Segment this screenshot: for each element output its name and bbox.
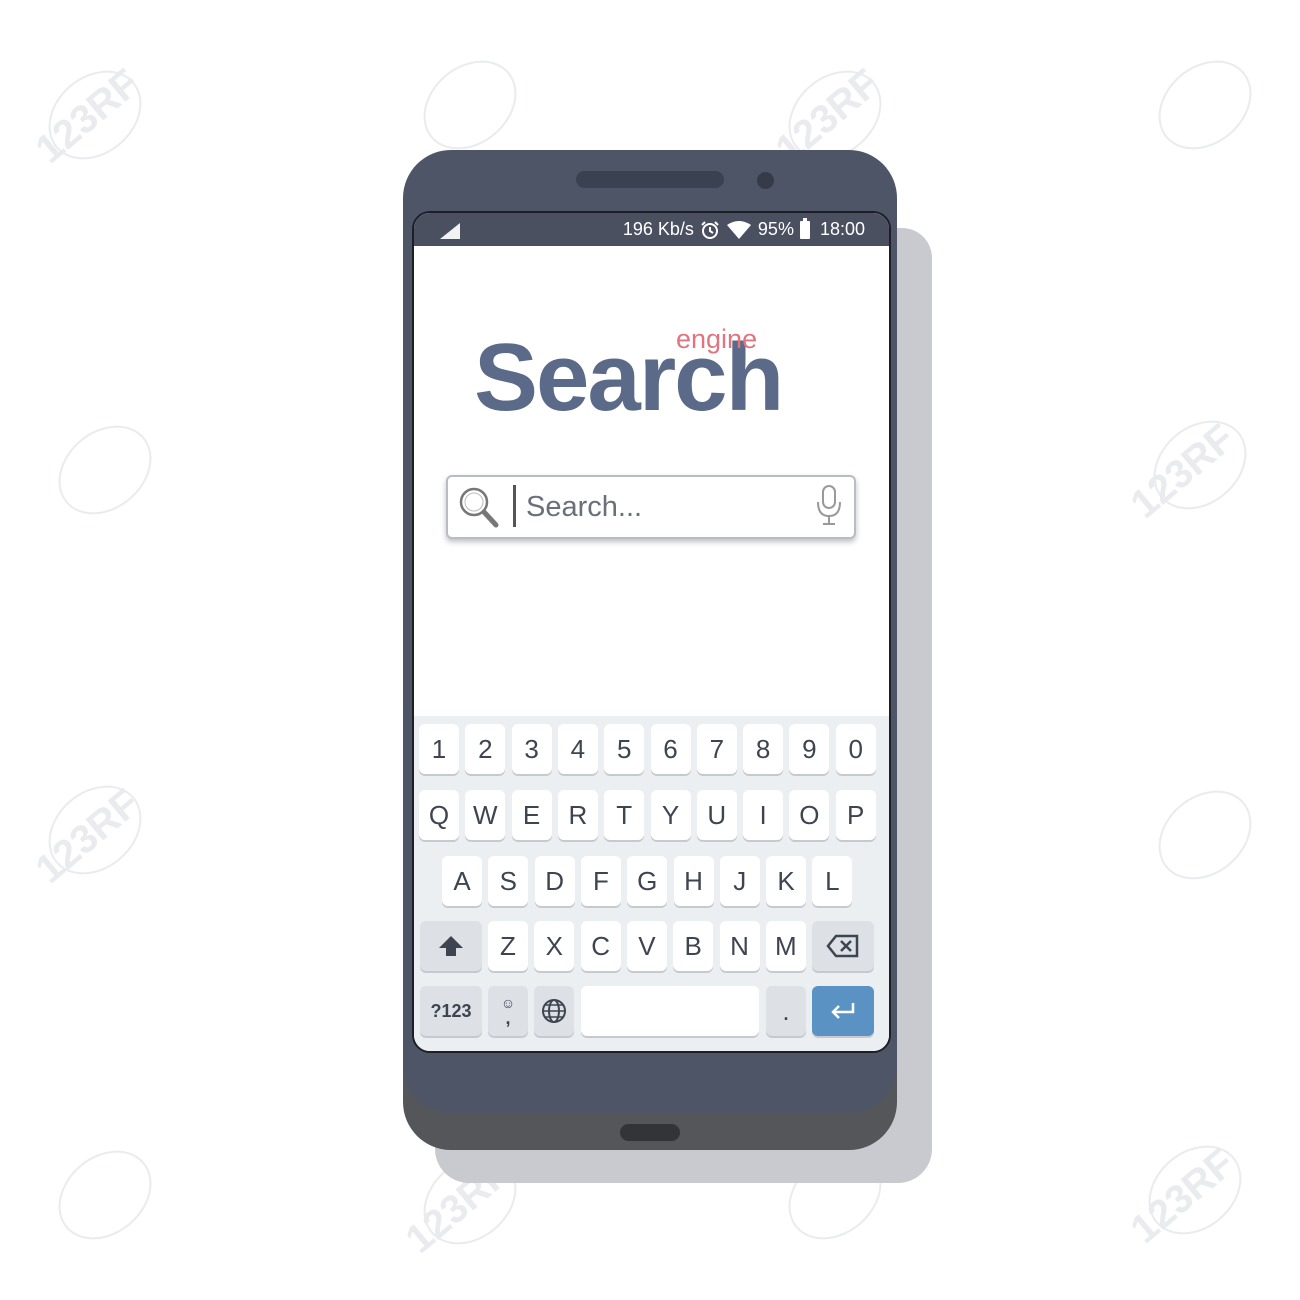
key-a[interactable]: A	[442, 856, 482, 906]
on-screen-keyboard: 1 2 3 4 5 6 7 8 9 0 Q W E R T Y U I O P A S D F G H J K L Z X C V B N M ?123…	[414, 716, 889, 1051]
key-i[interactable]: I	[743, 790, 784, 840]
backspace-key[interactable]	[812, 921, 874, 971]
enter-key[interactable]	[812, 986, 874, 1036]
key-5[interactable]: 5	[604, 724, 645, 774]
key-m[interactable]: M	[765, 921, 806, 971]
battery-percent: 95%	[757, 219, 794, 239]
watermark-text: 123RF	[28, 61, 148, 172]
logo-engine-text: engine	[676, 324, 758, 354]
alarm-icon	[701, 220, 719, 239]
key-d[interactable]: D	[534, 856, 575, 906]
search-bar[interactable]	[446, 475, 856, 539]
speaker-grille	[576, 171, 724, 188]
phone-screen: 196 Kb/s 95% 18:00 Search engine Search.…	[412, 211, 891, 1053]
globe-icon	[542, 999, 566, 1023]
key-h[interactable]: H	[673, 856, 714, 906]
text-cursor	[513, 485, 516, 527]
emoji-comma-key[interactable]: ☺,	[488, 986, 528, 1036]
key-s[interactable]: S	[488, 856, 529, 906]
key-u[interactable]: U	[696, 790, 737, 840]
key-j[interactable]: J	[719, 856, 760, 906]
watermark-text: 123RF	[1123, 416, 1243, 527]
status-bar: 196 Kb/s 95% 18:00	[414, 213, 889, 246]
microphone-icon[interactable]	[814, 484, 844, 528]
key-7[interactable]: 7	[696, 724, 737, 774]
key-k[interactable]: K	[766, 856, 807, 906]
battery-icon	[799, 217, 810, 239]
search-input[interactable]	[526, 487, 806, 527]
shift-icon	[439, 936, 463, 956]
key-b[interactable]: B	[673, 921, 714, 971]
key-9[interactable]: 9	[789, 724, 830, 774]
key-w[interactable]: W	[465, 790, 506, 840]
key-f[interactable]: F	[580, 856, 621, 906]
key-y[interactable]: Y	[650, 790, 691, 840]
clock: 18:00	[819, 219, 865, 239]
backspace-icon	[826, 934, 859, 958]
key-g[interactable]: G	[627, 856, 668, 906]
symbols-key[interactable]: ?123	[420, 986, 482, 1036]
key-o[interactable]: O	[789, 790, 830, 840]
key-e[interactable]: E	[511, 790, 552, 840]
key-q[interactable]: Q	[419, 790, 459, 840]
signal-icon	[440, 223, 460, 239]
search-icon[interactable]	[456, 485, 504, 529]
key-c[interactable]: C	[580, 921, 621, 971]
key-n[interactable]: N	[719, 921, 760, 971]
language-key[interactable]	[534, 986, 574, 1036]
watermark-text: 123RF	[28, 781, 148, 892]
comma-label: ,	[505, 1008, 511, 1028]
shift-key[interactable]	[420, 921, 482, 971]
key-p[interactable]: P	[835, 790, 876, 840]
key-8[interactable]: 8	[743, 724, 784, 774]
key-3[interactable]: 3	[511, 724, 552, 774]
space-key[interactable]	[581, 986, 759, 1036]
key-2[interactable]: 2	[465, 724, 506, 774]
key-r[interactable]: R	[557, 790, 598, 840]
key-4[interactable]: 4	[557, 724, 598, 774]
enter-icon	[831, 1003, 855, 1019]
key-l[interactable]: L	[812, 856, 853, 906]
key-z[interactable]: Z	[488, 921, 528, 971]
period-key[interactable]: .	[766, 986, 806, 1036]
home-button[interactable]	[620, 1124, 680, 1141]
key-0[interactable]: 0	[835, 724, 876, 774]
key-t[interactable]: T	[604, 790, 645, 840]
key-x[interactable]: X	[534, 921, 575, 971]
network-speed: 196 Kb/s	[622, 219, 694, 239]
key-1[interactable]: 1	[419, 724, 459, 774]
wifi-icon	[726, 220, 751, 239]
front-camera	[757, 172, 774, 189]
key-v[interactable]: V	[626, 921, 667, 971]
watermark-text: 123RF	[1123, 1141, 1243, 1252]
key-6[interactable]: 6	[650, 724, 691, 774]
